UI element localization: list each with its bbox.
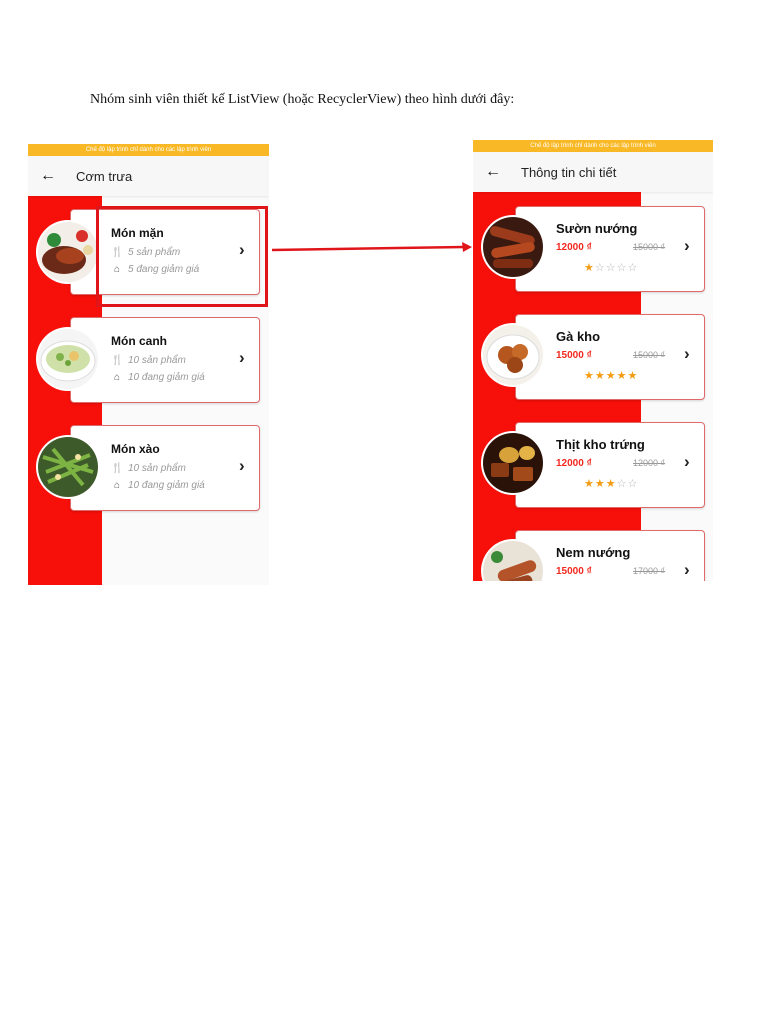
fork-knife-icon: 🍴 — [111, 355, 124, 366]
chevron-right-icon[interactable]: › — [684, 344, 690, 364]
detail-screen: Chế độ lập trình chỉ dành cho các lập tr… — [473, 140, 713, 581]
chevron-right-icon[interactable]: › — [684, 236, 690, 256]
dish-name: Thịt kho trứng — [556, 437, 645, 452]
products-count: 10 sản phẩm — [128, 463, 186, 474]
dish-card-thit-kho-trung[interactable]: Thịt kho trứng 12000 ₫ 12000 ₫ ★★★☆☆ › — [515, 422, 705, 508]
dish-price: 15000 ₫ — [556, 566, 592, 577]
dish-price: 12000 ₫ — [556, 242, 592, 253]
category-card-mon-canh[interactable]: Món canh 🍴 10 sản phẩm ⌂ 10 đang giảm gi… — [70, 317, 260, 403]
status-bar: Chế độ lập trình chỉ dành cho các lập tr… — [28, 144, 269, 156]
dish-old-price: 15000 ₫ — [633, 350, 666, 360]
category-image-stir-fry — [38, 437, 98, 497]
rating-stars: ★★★☆☆ — [584, 477, 638, 490]
connector-arrow — [271, 242, 472, 252]
screen-title: Cơm trưa — [76, 168, 133, 184]
back-arrow-icon[interactable]: ← — [485, 164, 507, 180]
category-discounts: ⌂ 10 đang giảm giá — [111, 480, 205, 491]
status-bar: Chế độ lập trình chỉ dành cho các lập tr… — [473, 140, 713, 152]
dish-price: 12000 ₫ — [556, 458, 592, 469]
sale-tag-icon: ⌂ — [113, 372, 121, 383]
dish-old-price: 12000 ₫ — [633, 458, 666, 468]
highlight-box — [96, 206, 268, 307]
screen-title: Thông tin chi tiết — [521, 164, 617, 180]
products-count: 10 sản phẩm — [128, 355, 186, 366]
app-bar: ← Thông tin chi tiết — [473, 152, 713, 192]
dish-image-braised-pork-eggs — [483, 433, 543, 493]
chevron-right-icon[interactable]: › — [239, 456, 245, 476]
dish-card-nem-nuong[interactable]: Nem nướng 15000 ₫ 17000 ₫ › — [515, 530, 705, 581]
app-bar: ← Cơm trưa — [28, 156, 269, 196]
discounts-count: 10 đang giảm giá — [128, 480, 205, 491]
dish-image-braised-chicken — [483, 325, 543, 385]
category-image-grilled-pork — [38, 222, 98, 282]
document-instruction: Nhóm sinh viên thiết kế ListView (hoặc R… — [90, 92, 515, 107]
dish-old-price: 17000 ₫ — [633, 566, 666, 576]
rating-stars: ★☆☆☆☆ — [584, 261, 638, 274]
dish-card-suon-nuong[interactable]: Sườn nướng 12000 ₫ 15000 ₫ ★☆☆☆☆ › — [515, 206, 705, 292]
rating-stars: ★★★★★ — [584, 369, 638, 382]
category-image-soup — [38, 329, 98, 389]
category-name: Món canh — [111, 334, 167, 348]
dish-name: Nem nướng — [556, 545, 631, 560]
sale-tag-icon: ⌂ — [113, 480, 121, 491]
dish-name: Sườn nướng — [556, 221, 638, 236]
fork-knife-icon: 🍴 — [111, 463, 124, 474]
category-discounts: ⌂ 10 đang giảm giá — [111, 372, 205, 383]
dish-price: 15000 ₫ — [556, 350, 592, 361]
category-products: 🍴 10 sản phẩm — [111, 355, 186, 366]
star-icon: ★★★ — [584, 478, 617, 490]
chevron-right-icon[interactable]: › — [684, 452, 690, 472]
dish-image-grilled-ribs — [483, 217, 543, 277]
category-products: 🍴 10 sản phẩm — [111, 463, 186, 474]
star-icon: ★★★★★ — [584, 370, 639, 382]
star-icon: ☆☆☆☆ — [594, 262, 639, 274]
category-card-mon-xao[interactable]: Món xào 🍴 10 sản phẩm ⌂ 10 đang giảm giá… — [70, 425, 260, 511]
dish-card-ga-kho[interactable]: Gà kho 15000 ₫ 15000 ₫ ★★★★★ › — [515, 314, 705, 400]
star-icon: ☆☆ — [616, 478, 639, 490]
category-name: Món xào — [111, 442, 160, 456]
chevron-right-icon[interactable]: › — [239, 348, 245, 368]
back-arrow-icon[interactable]: ← — [40, 168, 62, 184]
dish-old-price: 15000 ₫ — [633, 242, 666, 252]
chevron-right-icon[interactable]: › — [684, 560, 690, 580]
discounts-count: 10 đang giảm giá — [128, 372, 205, 383]
star-icon: ★ — [584, 262, 595, 274]
dish-name: Gà kho — [556, 329, 601, 344]
